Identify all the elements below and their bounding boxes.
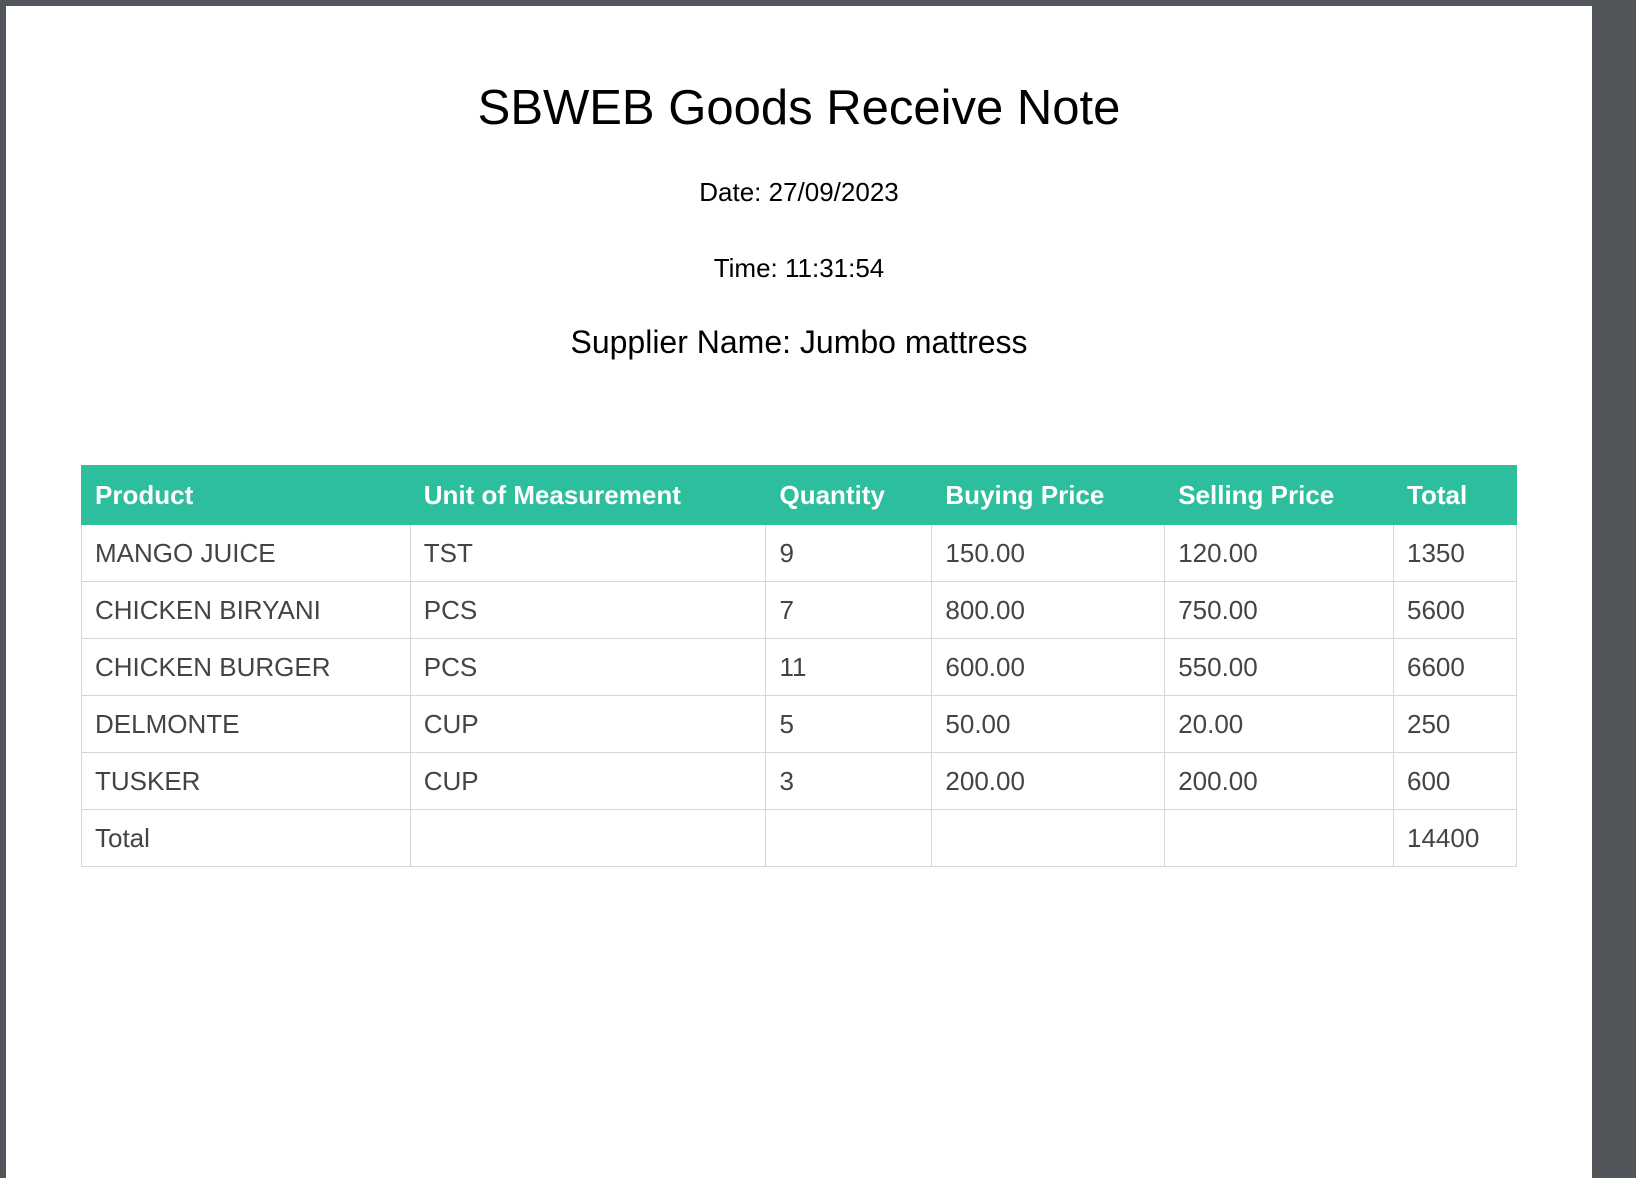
- cell-selling-price: 200.00: [1164, 752, 1394, 810]
- supplier-line: Supplier Name: Jumbo mattress: [570, 324, 1028, 360]
- time-line: Time: 11:31:54: [713, 253, 885, 283]
- page-title: SBWEB Goods Receive Note: [477, 81, 1121, 135]
- cell-unit: CUP: [409, 695, 767, 753]
- cell-product: CHICKEN BURGER: [81, 638, 411, 696]
- table-total-row: Total 14400: [81, 809, 1517, 867]
- document-page: SBWEB Goods Receive Note Date: 27/09/202…: [6, 6, 1592, 1178]
- goods-table: Product Unit of Measurement Quantity Buy…: [81, 465, 1517, 867]
- cell-product: MANGO JUICE: [81, 524, 411, 582]
- cell-quantity: 11: [765, 638, 933, 696]
- cell-quantity: 7: [765, 581, 933, 639]
- cell-buying-price: 150.00: [931, 524, 1166, 582]
- total-empty-cell: [931, 809, 1166, 867]
- total-empty-cell: [765, 809, 933, 867]
- total-empty-cell: [1164, 809, 1394, 867]
- cell-buying-price: 50.00: [931, 695, 1166, 753]
- cell-buying-price: 200.00: [931, 752, 1166, 810]
- cell-total: 1350: [1393, 524, 1517, 582]
- grand-total-value: 14400: [1393, 809, 1517, 867]
- table-row: CHICKEN BURGER PCS 11 600.00 550.00 6600: [81, 638, 1517, 696]
- total-empty-cell: [409, 809, 767, 867]
- cell-buying-price: 600.00: [931, 638, 1166, 696]
- cell-product: DELMONTE: [81, 695, 411, 753]
- cell-unit: PCS: [409, 638, 767, 696]
- header-total: Total: [1393, 465, 1517, 525]
- cell-quantity: 9: [765, 524, 933, 582]
- header-quantity: Quantity: [765, 465, 933, 525]
- table-header-row: Product Unit of Measurement Quantity Buy…: [81, 465, 1517, 525]
- header-buying-price: Buying Price: [931, 465, 1166, 525]
- cell-unit: CUP: [409, 752, 767, 810]
- header-unit: Unit of Measurement: [409, 465, 767, 525]
- total-label: Total: [81, 809, 411, 867]
- cell-selling-price: 750.00: [1164, 581, 1394, 639]
- cell-quantity: 3: [765, 752, 933, 810]
- table-row: CHICKEN BIRYANI PCS 7 800.00 750.00 5600: [81, 581, 1517, 639]
- cell-selling-price: 20.00: [1164, 695, 1394, 753]
- cell-selling-price: 550.00: [1164, 638, 1394, 696]
- cell-quantity: 5: [765, 695, 933, 753]
- table-row: TUSKER CUP 3 200.00 200.00 600: [81, 752, 1517, 810]
- pdf-viewer: SBWEB Goods Receive Note Date: 27/09/202…: [0, 0, 1636, 1178]
- table-row: DELMONTE CUP 5 50.00 20.00 250: [81, 695, 1517, 753]
- header-product: Product: [81, 465, 411, 525]
- cell-total: 250: [1393, 695, 1517, 753]
- date-line: Date: 27/09/2023: [699, 177, 899, 207]
- cell-total: 6600: [1393, 638, 1517, 696]
- cell-product: CHICKEN BIRYANI: [81, 581, 411, 639]
- cell-unit: TST: [409, 524, 767, 582]
- cell-total: 5600: [1393, 581, 1517, 639]
- cell-selling-price: 120.00: [1164, 524, 1394, 582]
- header-selling-price: Selling Price: [1164, 465, 1394, 525]
- cell-product: TUSKER: [81, 752, 411, 810]
- cell-total: 600: [1393, 752, 1517, 810]
- cell-buying-price: 800.00: [931, 581, 1166, 639]
- cell-unit: PCS: [409, 581, 767, 639]
- table-row: MANGO JUICE TST 9 150.00 120.00 1350: [81, 524, 1517, 582]
